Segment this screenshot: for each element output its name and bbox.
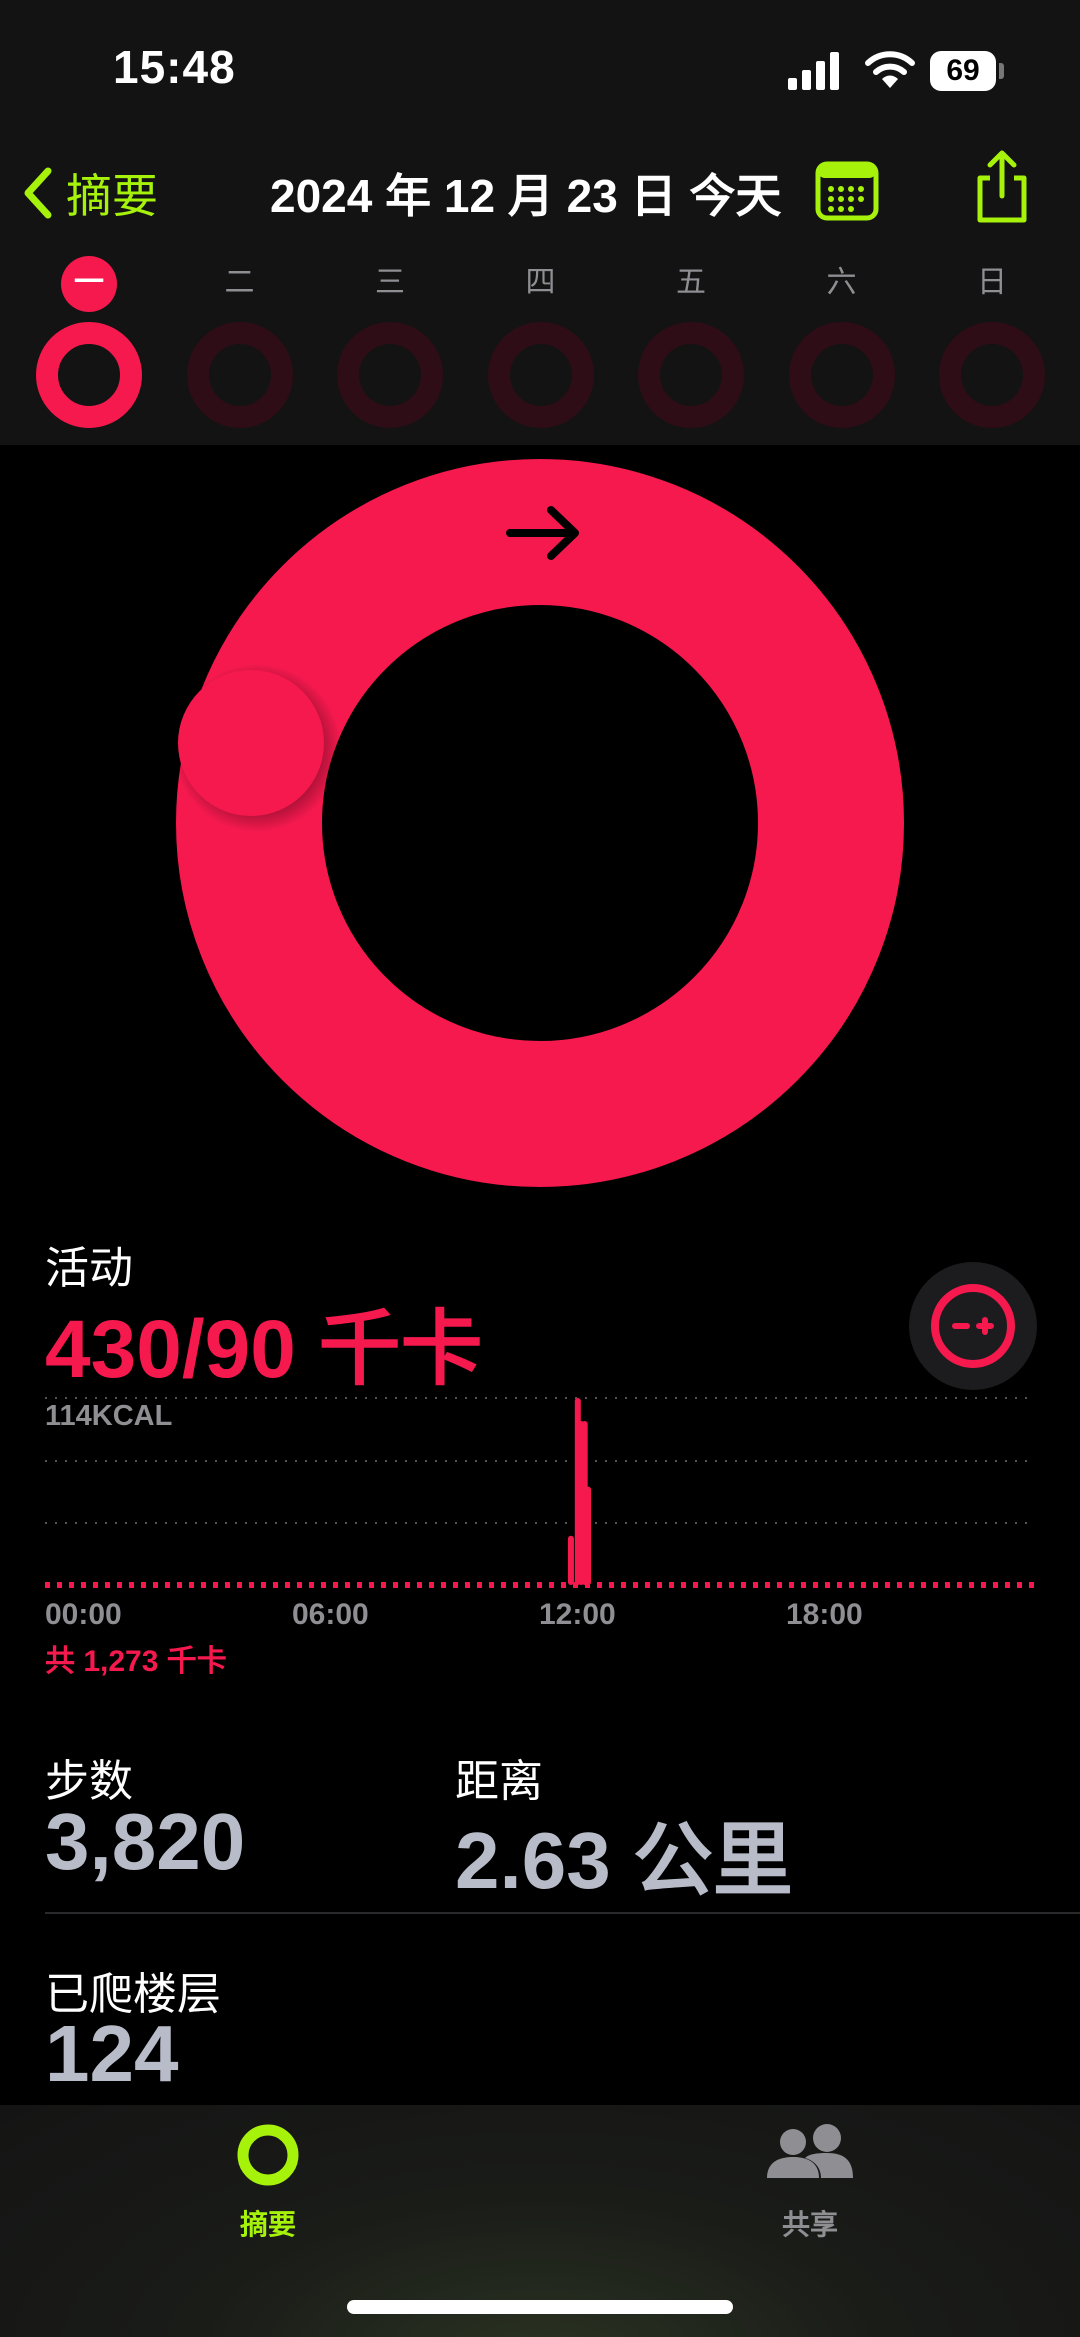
week-day-3[interactable]: 三 — [330, 256, 450, 436]
week-day-4[interactable]: 四 — [481, 256, 601, 436]
wifi-icon — [865, 51, 915, 88]
week-day-6[interactable]: 六 — [782, 256, 902, 436]
tick-label: 18:00 — [786, 1598, 863, 1631]
week-day-7[interactable]: 日 — [932, 256, 1052, 436]
home-indicator — [347, 2300, 733, 2314]
battery-tip — [999, 63, 1004, 79]
tab-label: 摘要 — [239, 2209, 296, 2240]
signal-icon — [788, 52, 839, 90]
tab-label: 共享 — [781, 2209, 838, 2240]
day-label: 三 — [375, 266, 405, 299]
battery-level: 69 — [946, 54, 980, 87]
day-label: 四 — [525, 266, 556, 299]
chart-bar — [585, 1486, 592, 1585]
week-day-5[interactable]: 五 — [631, 256, 751, 436]
week-day-2[interactable]: 二 — [180, 256, 300, 436]
day-ring — [487, 322, 594, 428]
move-ring — [175, 459, 904, 1187]
day-label: 二 — [224, 266, 255, 299]
day-ring — [788, 322, 895, 428]
tick-label: 12:00 — [539, 1598, 616, 1631]
floors-value: 124 — [45, 2009, 179, 2098]
status-time: 15:48 — [113, 41, 236, 93]
calendar-icon[interactable] — [815, 158, 879, 222]
change-goal-button[interactable] — [909, 1262, 1037, 1390]
chevron-left-icon — [24, 167, 52, 219]
day-label: 六 — [826, 266, 857, 299]
day-label: 一 — [61, 256, 117, 312]
date-title: 2024 年 12 月 23 日 今天 — [270, 170, 782, 222]
share-icon[interactable] — [972, 150, 1032, 226]
week-day-1[interactable]: 一 — [29, 256, 149, 436]
steps-value: 3,820 — [45, 1797, 246, 1886]
activity-rings-icon — [237, 2124, 299, 2186]
day-ring — [186, 322, 293, 428]
divider — [45, 1912, 1080, 1914]
ring-adjust-icon — [931, 1284, 1015, 1368]
chart-max-label: 114KCAL — [45, 1400, 173, 1432]
total-kcal: 共 1,273 千卡 — [45, 1645, 227, 1678]
day-label: 日 — [977, 266, 1007, 299]
day-label: 五 — [676, 266, 706, 299]
chart-bar — [567, 1535, 574, 1585]
battery-icon: 69 — [930, 51, 996, 91]
back-button[interactable]: 摘要 — [22, 158, 158, 228]
day-ring — [337, 322, 443, 428]
tab-summary[interactable]: 摘要 — [178, 2120, 358, 2240]
sharing-people-icon — [767, 2124, 853, 2178]
activity-value: 430/90 千卡 — [45, 1304, 483, 1395]
tick-label: 00:00 — [45, 1598, 122, 1631]
distance-value: 2.63 公里 — [455, 1816, 793, 1905]
day-ring — [36, 322, 142, 428]
tab-sharing[interactable]: 共享 — [720, 2120, 900, 2240]
tick-label: 06:00 — [292, 1598, 369, 1631]
day-ring — [638, 322, 744, 428]
day-ring — [939, 322, 1045, 428]
back-label: 摘要 — [66, 170, 158, 222]
